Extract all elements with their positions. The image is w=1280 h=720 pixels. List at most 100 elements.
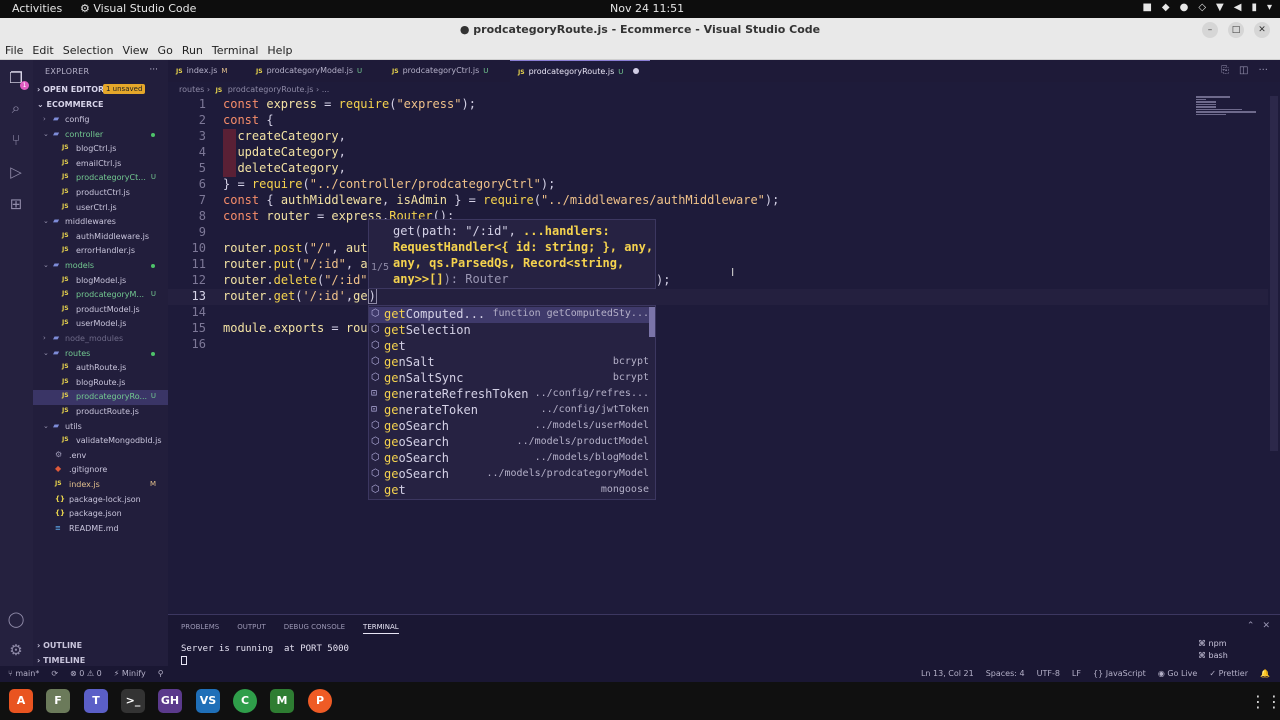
minify-button[interactable]: ⚡ Minify (114, 669, 146, 678)
menu-help[interactable]: Help (267, 44, 292, 59)
open-editors-section[interactable]: › OPEN EDITORS (37, 85, 110, 94)
outline-section[interactable]: › OUTLINE (37, 641, 82, 650)
breadcrumb-symbol[interactable]: ... (322, 85, 330, 94)
terminal-instance-bash[interactable]: ⌘ bash (1198, 651, 1228, 663)
overload-counter[interactable]: 1/5 (371, 262, 389, 273)
suggestion-item[interactable]: ⬡ geoSearch ../models/prodcategoryModel (369, 467, 655, 483)
tree-file[interactable]: JS blogModel.js (33, 274, 168, 289)
suggestion-item[interactable]: ⊡ generateRefreshToken ../config/refres... (369, 387, 655, 403)
activities-button[interactable]: Activities (12, 2, 62, 15)
tree-file[interactable]: JS authRoute.js (33, 361, 168, 376)
tree-file[interactable]: ≡ README.md (33, 522, 168, 537)
chevron-right-icon[interactable]: › (43, 115, 51, 123)
menu-selection[interactable]: Selection (63, 44, 114, 59)
timeline-section[interactable]: › TIMELINE (37, 656, 85, 665)
chrome-icon[interactable]: C (233, 689, 257, 713)
source-control-icon[interactable]: ⑂ (6, 130, 26, 150)
chevron-down-icon[interactable]: ⌄ (43, 217, 51, 225)
debug-icon[interactable]: ⚲ (158, 669, 164, 678)
tree-file[interactable]: JS productCtrl.js (33, 186, 168, 201)
tree-file[interactable]: ⚙ .env (33, 449, 168, 464)
tree-file[interactable]: JS productRoute.js (33, 405, 168, 420)
tree-file[interactable]: JS validateMongodbId.js (33, 434, 168, 449)
menu-edit[interactable]: Edit (32, 44, 53, 59)
tree-folder[interactable]: ⌄ ▰ utils (33, 420, 168, 435)
app-menu[interactable]: ⚙ Visual Studio Code (80, 2, 196, 15)
chevron-right-icon[interactable]: › (43, 334, 51, 342)
tree-file[interactable]: JS blogRoute.js (33, 376, 168, 391)
breadcrumb-folder[interactable]: routes (179, 85, 204, 94)
tree-file[interactable]: JS index.js M (33, 478, 168, 493)
suggestion-item[interactable]: ⬡ getComputed... function getComputedSty..… (369, 307, 655, 323)
tree-file[interactable]: JS productModel.js (33, 303, 168, 318)
tree-file[interactable]: JS errorHandler.js (33, 244, 168, 259)
tree-folder[interactable]: ⌄ ▰ models (33, 259, 168, 274)
explorer-icon[interactable]: ❐ 1 (6, 68, 29, 90)
run-debug-icon[interactable]: ▷ (6, 162, 26, 182)
menu-go[interactable]: Go (158, 44, 173, 59)
sync-icon[interactable]: ⟳ (51, 669, 58, 678)
tree-file[interactable]: JS authMiddleware.js (33, 230, 168, 245)
vscode-icon[interactable]: VS (196, 689, 220, 713)
tree-file[interactable]: JS prodcategoryRo... U (33, 390, 168, 405)
chevron-down-icon[interactable]: ⌄ (43, 261, 51, 269)
close-button[interactable]: ✕ (1254, 22, 1270, 38)
menu-run[interactable]: Run (182, 44, 203, 59)
suggest-scrollbar[interactable] (649, 307, 655, 337)
split-editor-icon[interactable]: ◫ (1239, 65, 1248, 76)
suggestion-item[interactable]: ⬡ get (369, 339, 655, 355)
software-center-icon[interactable]: A (9, 689, 33, 713)
unsaved-dot-icon[interactable] (633, 68, 640, 74)
show-applications-icon[interactable]: ⋮⋮⋮ (1250, 692, 1280, 711)
terminal-instance-npm[interactable]: ⌘ npm (1198, 639, 1228, 651)
open-changes-icon[interactable]: ⎘ (1221, 65, 1229, 76)
tree-folder[interactable]: ⌄ ▰ controller (33, 128, 168, 143)
tree-file[interactable]: ◆ .gitignore (33, 463, 168, 478)
maximize-button[interactable]: □ (1228, 22, 1244, 38)
problems-indicator[interactable]: ⊗ 0 ⚠ 0 (70, 669, 102, 678)
autocomplete-widget[interactable]: ⬡ getComputed... function getComputedSty..… (368, 305, 656, 500)
postman-icon[interactable]: P (308, 689, 332, 713)
encoding[interactable]: UTF-8 (1037, 669, 1060, 678)
language-mode[interactable]: {} JavaScript (1093, 669, 1146, 678)
tab-debug-console[interactable]: DEBUG CONSOLE (284, 623, 345, 634)
tree-folder[interactable]: › ▰ config (33, 113, 168, 128)
tree-folder[interactable]: ⌄ ▰ routes (33, 347, 168, 362)
search-icon[interactable]: ⌕ (6, 98, 26, 118)
menu-view[interactable]: View (122, 44, 148, 59)
github-desktop-icon[interactable]: GH (158, 689, 182, 713)
suggestion-item[interactable]: ⬡ geoSearch ../models/userModel (369, 419, 655, 435)
tree-folder[interactable]: ⌄ ▰ middlewares (33, 215, 168, 230)
workspace-root[interactable]: ⌄ ECOMMERCE (37, 100, 104, 109)
tree-file[interactable]: JS blogCtrl.js (33, 142, 168, 157)
tab-prodcategory-ctrl[interactable]: JS prodcategoryCtrl.js U (384, 60, 508, 82)
notifications-icon[interactable]: 🔔 (1260, 669, 1270, 678)
suggestion-item[interactable]: ⬡ genSalt bcrypt (369, 355, 655, 371)
system-tray[interactable]: ■ ◆ ● ◇ ▼ ◀ ▮ ▾ (1142, 2, 1272, 13)
suggestion-item[interactable]: ⬡ genSaltSync bcrypt (369, 371, 655, 387)
menu-file[interactable]: File (5, 44, 23, 59)
tree-file[interactable]: {} package-lock.json (33, 493, 168, 508)
suggestion-item[interactable]: ⊡ generateToken ../config/jwtToken (369, 403, 655, 419)
tree-file[interactable]: JS prodcategoryCt... U (33, 171, 168, 186)
minimap[interactable] (1196, 96, 1256, 120)
files-icon[interactable]: F (46, 689, 70, 713)
chevron-down-icon[interactable]: ⌄ (43, 130, 51, 138)
maximize-panel-icon[interactable]: ⌃ (1247, 621, 1255, 631)
tree-file[interactable]: JS emailCtrl.js (33, 157, 168, 172)
tab-prodcategory-model[interactable]: JS prodcategoryModel.js U (248, 60, 382, 82)
suggestion-item[interactable]: ⬡ geoSearch ../models/productModel (369, 435, 655, 451)
tab-terminal[interactable]: TERMINAL (363, 623, 399, 634)
terminal-icon[interactable]: >_ (121, 689, 145, 713)
tab-index-js[interactable]: JS index.js M (168, 60, 246, 82)
tree-file[interactable]: JS userModel.js (33, 317, 168, 332)
extensions-icon[interactable]: ⊞ (6, 194, 26, 214)
tab-problems[interactable]: PROBLEMS (181, 623, 219, 634)
mongodb-compass-icon[interactable]: M (270, 689, 294, 713)
menu-terminal[interactable]: Terminal (212, 44, 259, 59)
teams-icon[interactable]: T (84, 689, 108, 713)
chevron-down-icon[interactable]: ⌄ (43, 422, 51, 430)
cursor-position[interactable]: Ln 13, Col 21 (921, 669, 974, 678)
prettier-button[interactable]: ✓ Prettier (1209, 669, 1248, 678)
more-actions-icon[interactable]: ··· (149, 65, 158, 75)
